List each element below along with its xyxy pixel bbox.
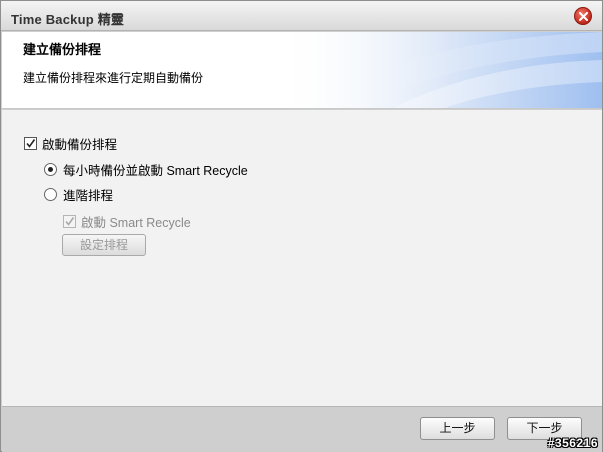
enable-schedule-label: 啟動備份排程 bbox=[42, 138, 118, 152]
header-description: 建立備份排程來進行定期自動備份 bbox=[23, 71, 204, 85]
close-icon bbox=[579, 12, 588, 21]
radio-selected-dot bbox=[48, 167, 53, 172]
hourly-label: 每小時備份並啟動 Smart Recycle bbox=[63, 164, 248, 178]
header-title: 建立備份排程 bbox=[23, 42, 102, 57]
wizard-footer: 上一步 下一步 #356216 bbox=[2, 406, 602, 452]
close-button[interactable] bbox=[574, 7, 592, 25]
smart-recycle-label: 啟動 Smart Recycle bbox=[81, 216, 191, 230]
hourly-option-row[interactable]: 每小時備份並啟動 Smart Recycle bbox=[44, 160, 248, 179]
header-decoration bbox=[272, 32, 602, 108]
enable-schedule-checkbox[interactable] bbox=[24, 137, 37, 150]
watermark-text: #356216 bbox=[547, 436, 598, 450]
checkmark-icon bbox=[65, 217, 75, 226]
window-title: Time Backup 精靈 bbox=[11, 12, 125, 27]
hourly-radio[interactable] bbox=[44, 163, 57, 176]
advanced-label: 進階排程 bbox=[63, 189, 114, 203]
advanced-option-row[interactable]: 進階排程 bbox=[44, 185, 113, 204]
advanced-radio[interactable] bbox=[44, 188, 57, 201]
set-schedule-button: 設定排程 bbox=[62, 234, 146, 256]
wizard-content: 啟動備份排程 每小時備份並啟動 Smart Recycle 進階排程 啟動 Sm… bbox=[2, 110, 602, 406]
enable-schedule-row[interactable]: 啟動備份排程 bbox=[24, 134, 117, 153]
back-button[interactable]: 上一步 bbox=[420, 417, 495, 440]
checkmark-icon bbox=[26, 139, 36, 148]
time-backup-wizard-window: Time Backup 精靈 建立備份排程 建立備份排程來進行定期自動備份 啟動… bbox=[0, 0, 603, 452]
wizard-header: 建立備份排程 建立備份排程來進行定期自動備份 bbox=[2, 32, 602, 109]
smart-recycle-checkbox bbox=[63, 215, 76, 228]
smart-recycle-row: 啟動 Smart Recycle bbox=[63, 212, 191, 231]
title-bar[interactable]: Time Backup 精靈 bbox=[1, 1, 602, 31]
